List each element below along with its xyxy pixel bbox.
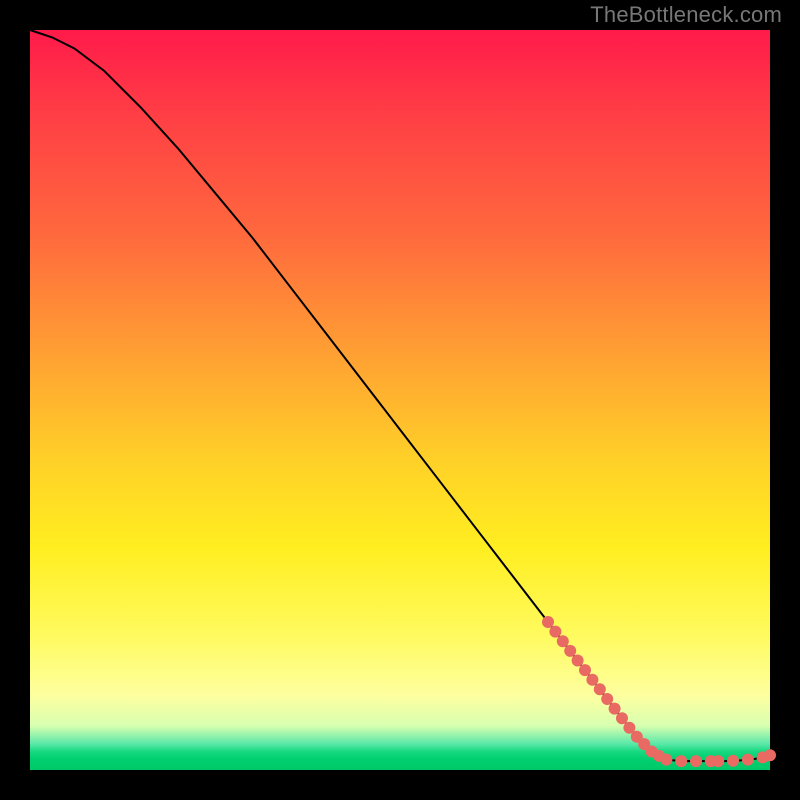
highlight-dot [542, 616, 554, 628]
highlight-dots-group [542, 616, 776, 767]
highlight-dot [557, 635, 569, 647]
highlight-dot [616, 712, 628, 724]
highlight-dot [660, 754, 672, 766]
highlight-dot [601, 693, 613, 705]
highlight-dot [579, 664, 591, 676]
chart-svg [30, 30, 770, 770]
highlight-dot [690, 755, 702, 767]
chart-frame: TheBottleneck.com [0, 0, 800, 800]
highlight-dot [549, 626, 561, 638]
highlight-dot [586, 674, 598, 686]
highlight-dot [742, 754, 754, 766]
highlight-dot [764, 749, 776, 761]
watermark-text: TheBottleneck.com [590, 2, 782, 28]
highlight-dot [675, 755, 687, 767]
bottleneck-curve [30, 30, 770, 761]
highlight-dot [712, 755, 724, 767]
highlight-dot [594, 683, 606, 695]
highlight-dot [564, 645, 576, 657]
highlight-dot [727, 755, 739, 767]
highlight-dot [609, 703, 621, 715]
highlight-dot [572, 655, 584, 667]
plot-gradient-area [30, 30, 770, 770]
